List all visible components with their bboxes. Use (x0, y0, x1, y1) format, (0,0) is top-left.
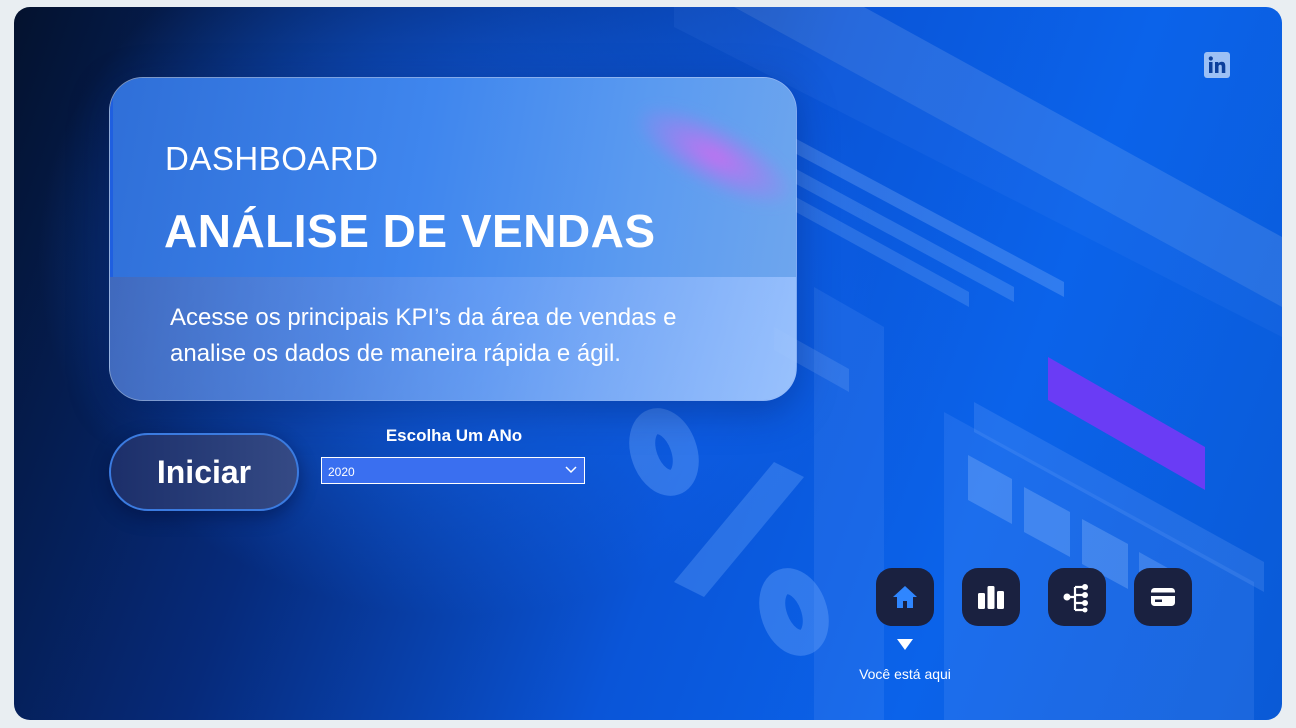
eyebrow-text: DASHBOARD (165, 140, 379, 177)
nav-hierarchy-button[interactable] (1048, 568, 1106, 626)
year-filter-label: Escolha Um ANo (385, 426, 523, 445)
nav-home-button[interactable] (876, 568, 934, 626)
year-select-value: 2020 (328, 465, 355, 479)
start-button[interactable]: Iniciar (109, 433, 299, 511)
hero-card: DASHBOARD ANÁLISE DE VENDAS Acesse os pr… (109, 77, 797, 401)
dashboard-canvas: DASHBOARD ANÁLISE DE VENDAS Acesse os pr… (14, 7, 1282, 720)
credit-card-icon (1151, 588, 1175, 606)
linkedin-icon[interactable] (1204, 52, 1230, 78)
current-page-label: Você está aqui (859, 666, 951, 682)
nav-card-button[interactable] (1134, 568, 1192, 626)
page-title: ANÁLISE DE VENDAS (164, 205, 656, 257)
nav-charts-button[interactable] (962, 568, 1020, 626)
hero-description: Acesse os principais KPI’s da área de ve… (170, 304, 677, 367)
home-icon (893, 586, 917, 608)
year-select[interactable]: 2020 (321, 457, 585, 484)
bar-chart-icon (978, 586, 1004, 609)
current-page-marker-icon (897, 639, 913, 650)
hierarchy-icon (1063, 584, 1088, 613)
chevron-down-icon[interactable] (564, 464, 578, 479)
